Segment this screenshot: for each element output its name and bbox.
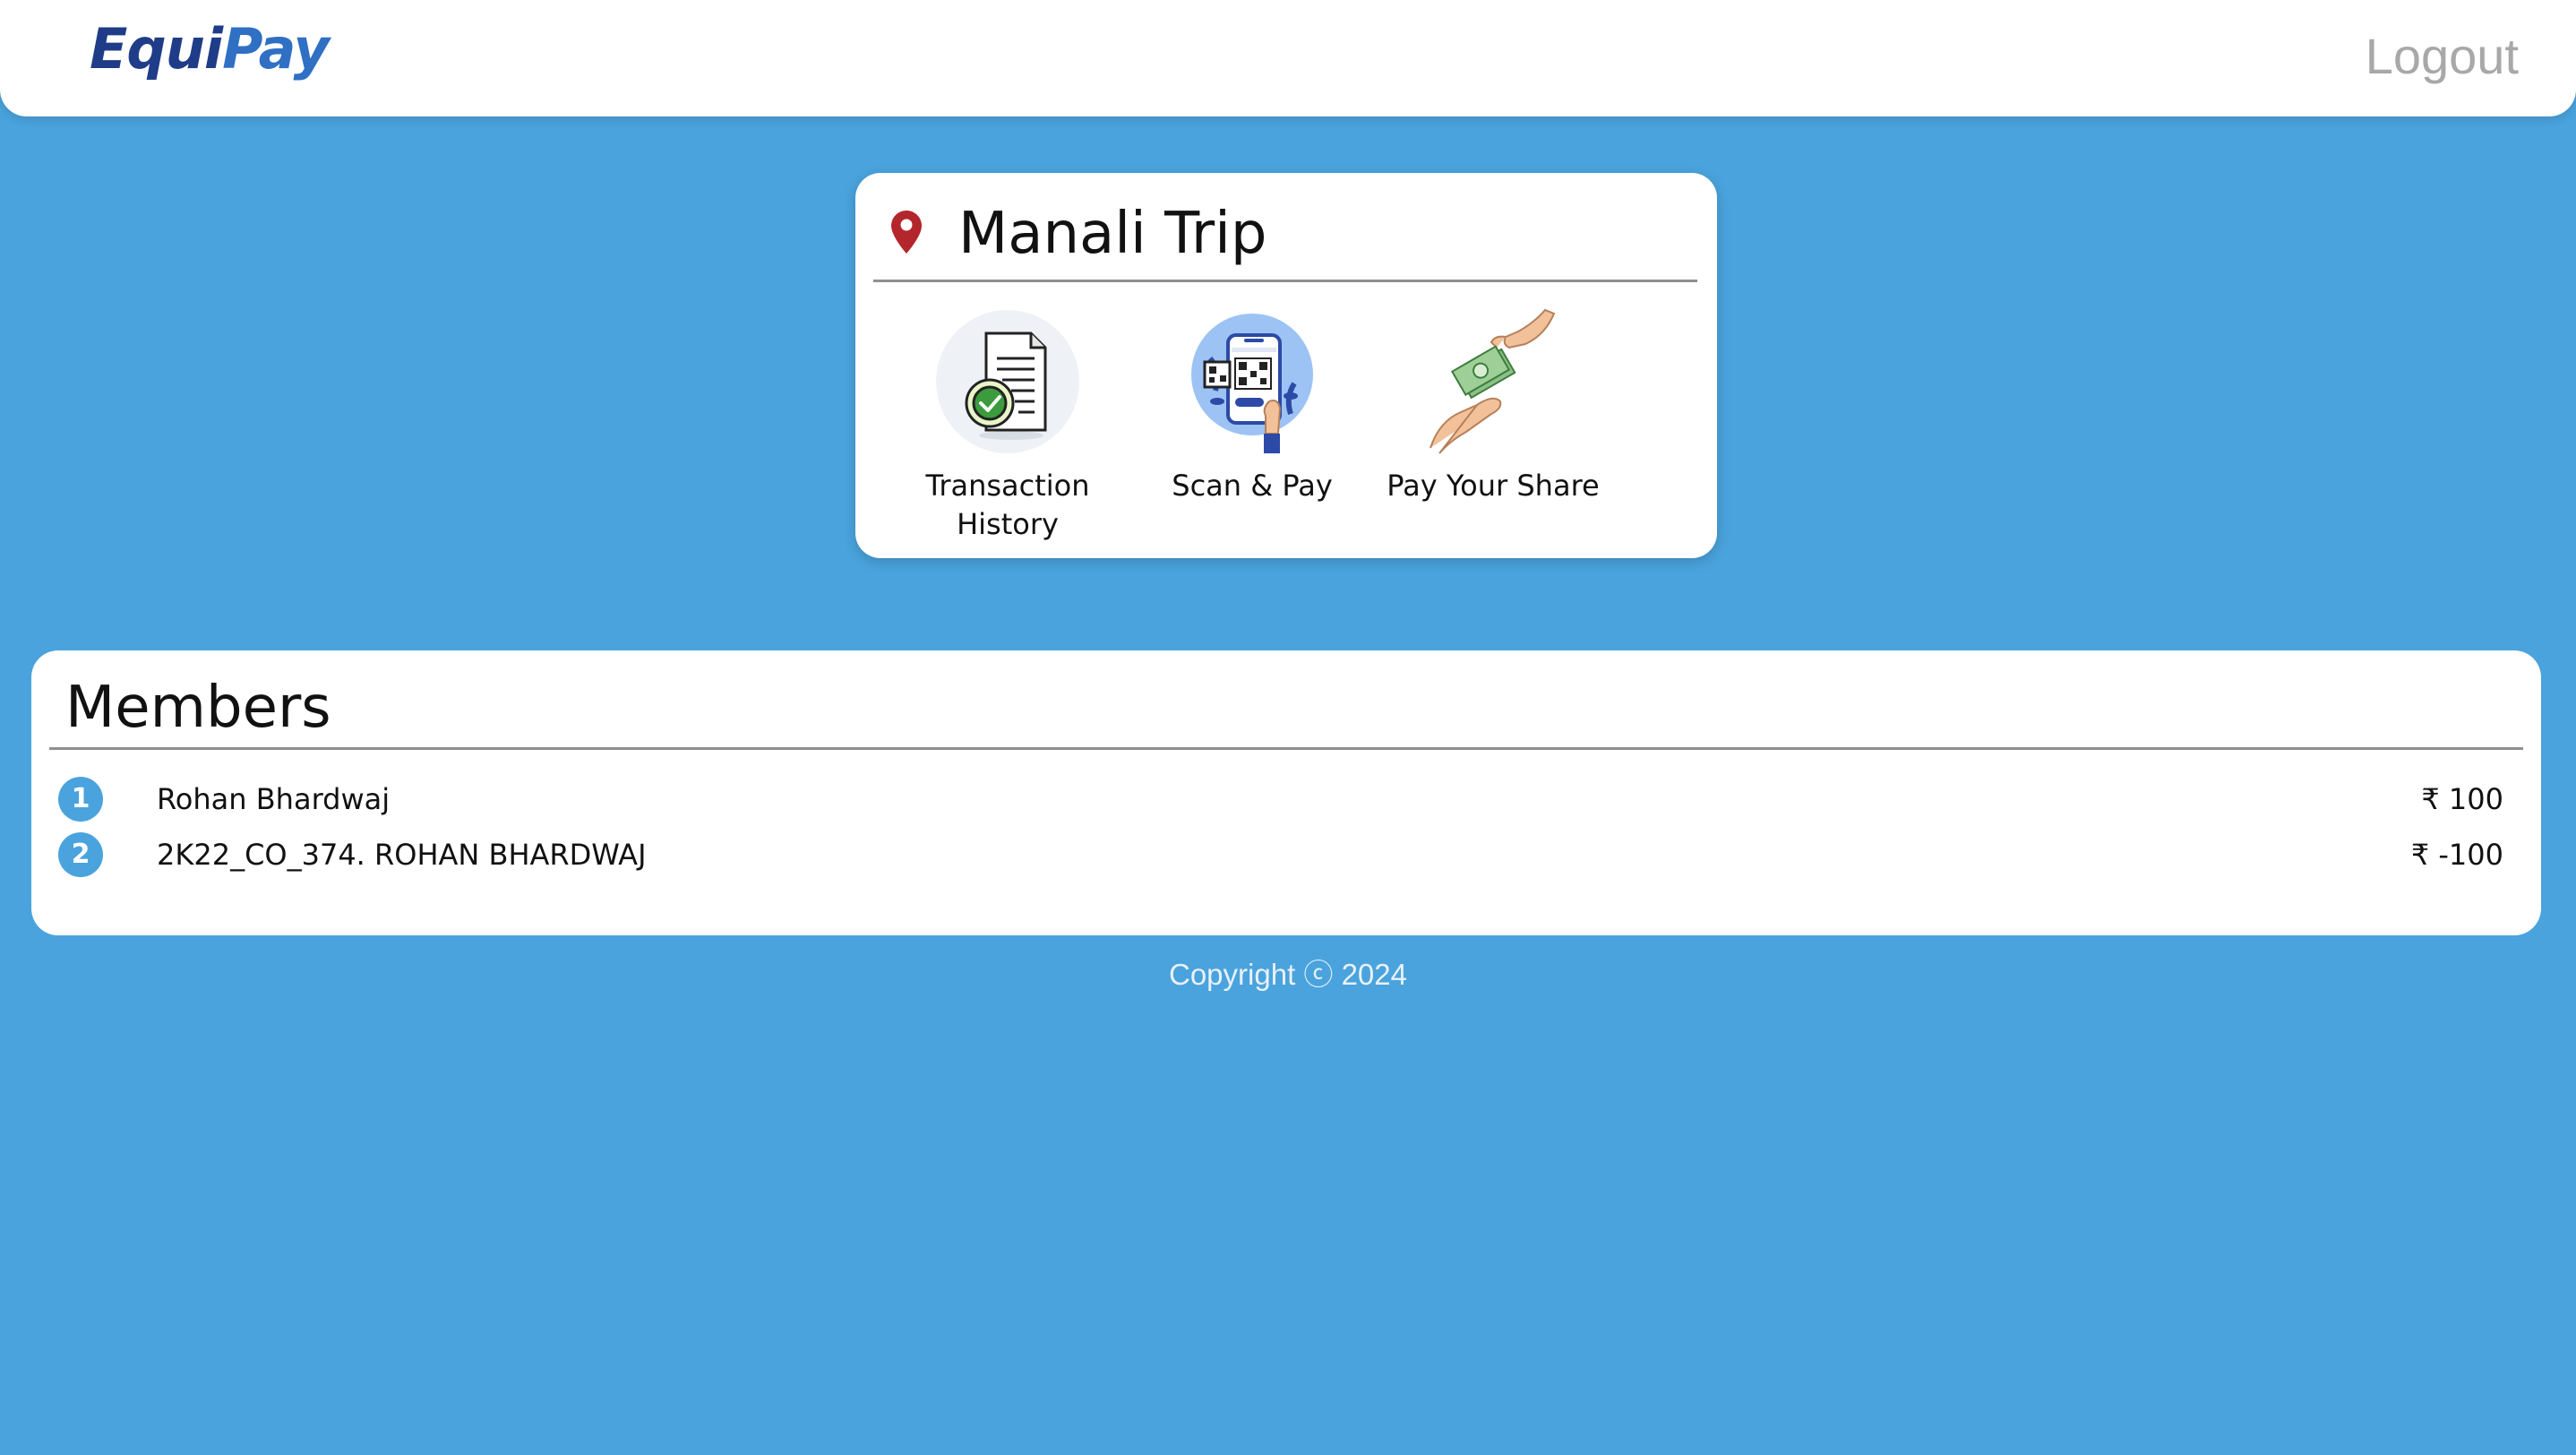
transaction-history-label: Transaction History: [925, 469, 1090, 541]
scan-pay-label: Scan & Pay: [1172, 469, 1333, 503]
member-number-badge: 1: [58, 777, 103, 822]
members-divider: [49, 747, 2523, 750]
member-name: 2K22_CO_374. ROHAN BHARDWAJ: [157, 838, 647, 872]
member-row: 1 Rohan Bhardwaj ₹ 100: [58, 776, 2503, 822]
qr-phone-icon: [1176, 306, 1328, 458]
member-name: Rohan Bhardwaj: [157, 782, 391, 816]
logout-link[interactable]: Logout: [2366, 25, 2519, 88]
brand-logo-part2: Pay: [222, 16, 330, 82]
member-row: 2 2K22_CO_374. ROHAN BHARDWAJ ₹ -100: [58, 831, 2503, 878]
brand-logo-part1: Equi: [90, 16, 223, 82]
trip-header: Manali Trip: [873, 194, 1697, 282]
footer-copyright: Copyright ⓒ 2024: [1169, 958, 1407, 991]
pay-your-share-label: Pay Your Share: [1387, 469, 1600, 503]
scan-pay-button[interactable]: Scan & Pay: [1140, 306, 1364, 505]
transaction-history-button[interactable]: Transaction History: [896, 306, 1120, 544]
member-amount: ₹ -100: [2410, 838, 2503, 872]
members-card: Members 1 Rohan Bhardwaj ₹ 100 2 2K22_CO…: [31, 650, 2541, 935]
location-pin-icon: [891, 211, 922, 254]
trip-title: Manali Trip: [958, 201, 1267, 267]
navbar: EquiPay Logout: [0, 0, 2576, 116]
trip-card: Manali Trip Transaction History Scan & P…: [855, 173, 1717, 558]
document-check-icon: [932, 306, 1084, 458]
brand-logo[interactable]: EquiPay: [90, 11, 330, 88]
members-title: Members: [65, 675, 331, 741]
pay-your-share-button[interactable]: Pay Your Share: [1381, 306, 1605, 505]
member-amount: ₹ 100: [2421, 782, 2503, 816]
member-number-badge: 2: [58, 832, 103, 877]
money-handover-icon: [1417, 306, 1569, 458]
